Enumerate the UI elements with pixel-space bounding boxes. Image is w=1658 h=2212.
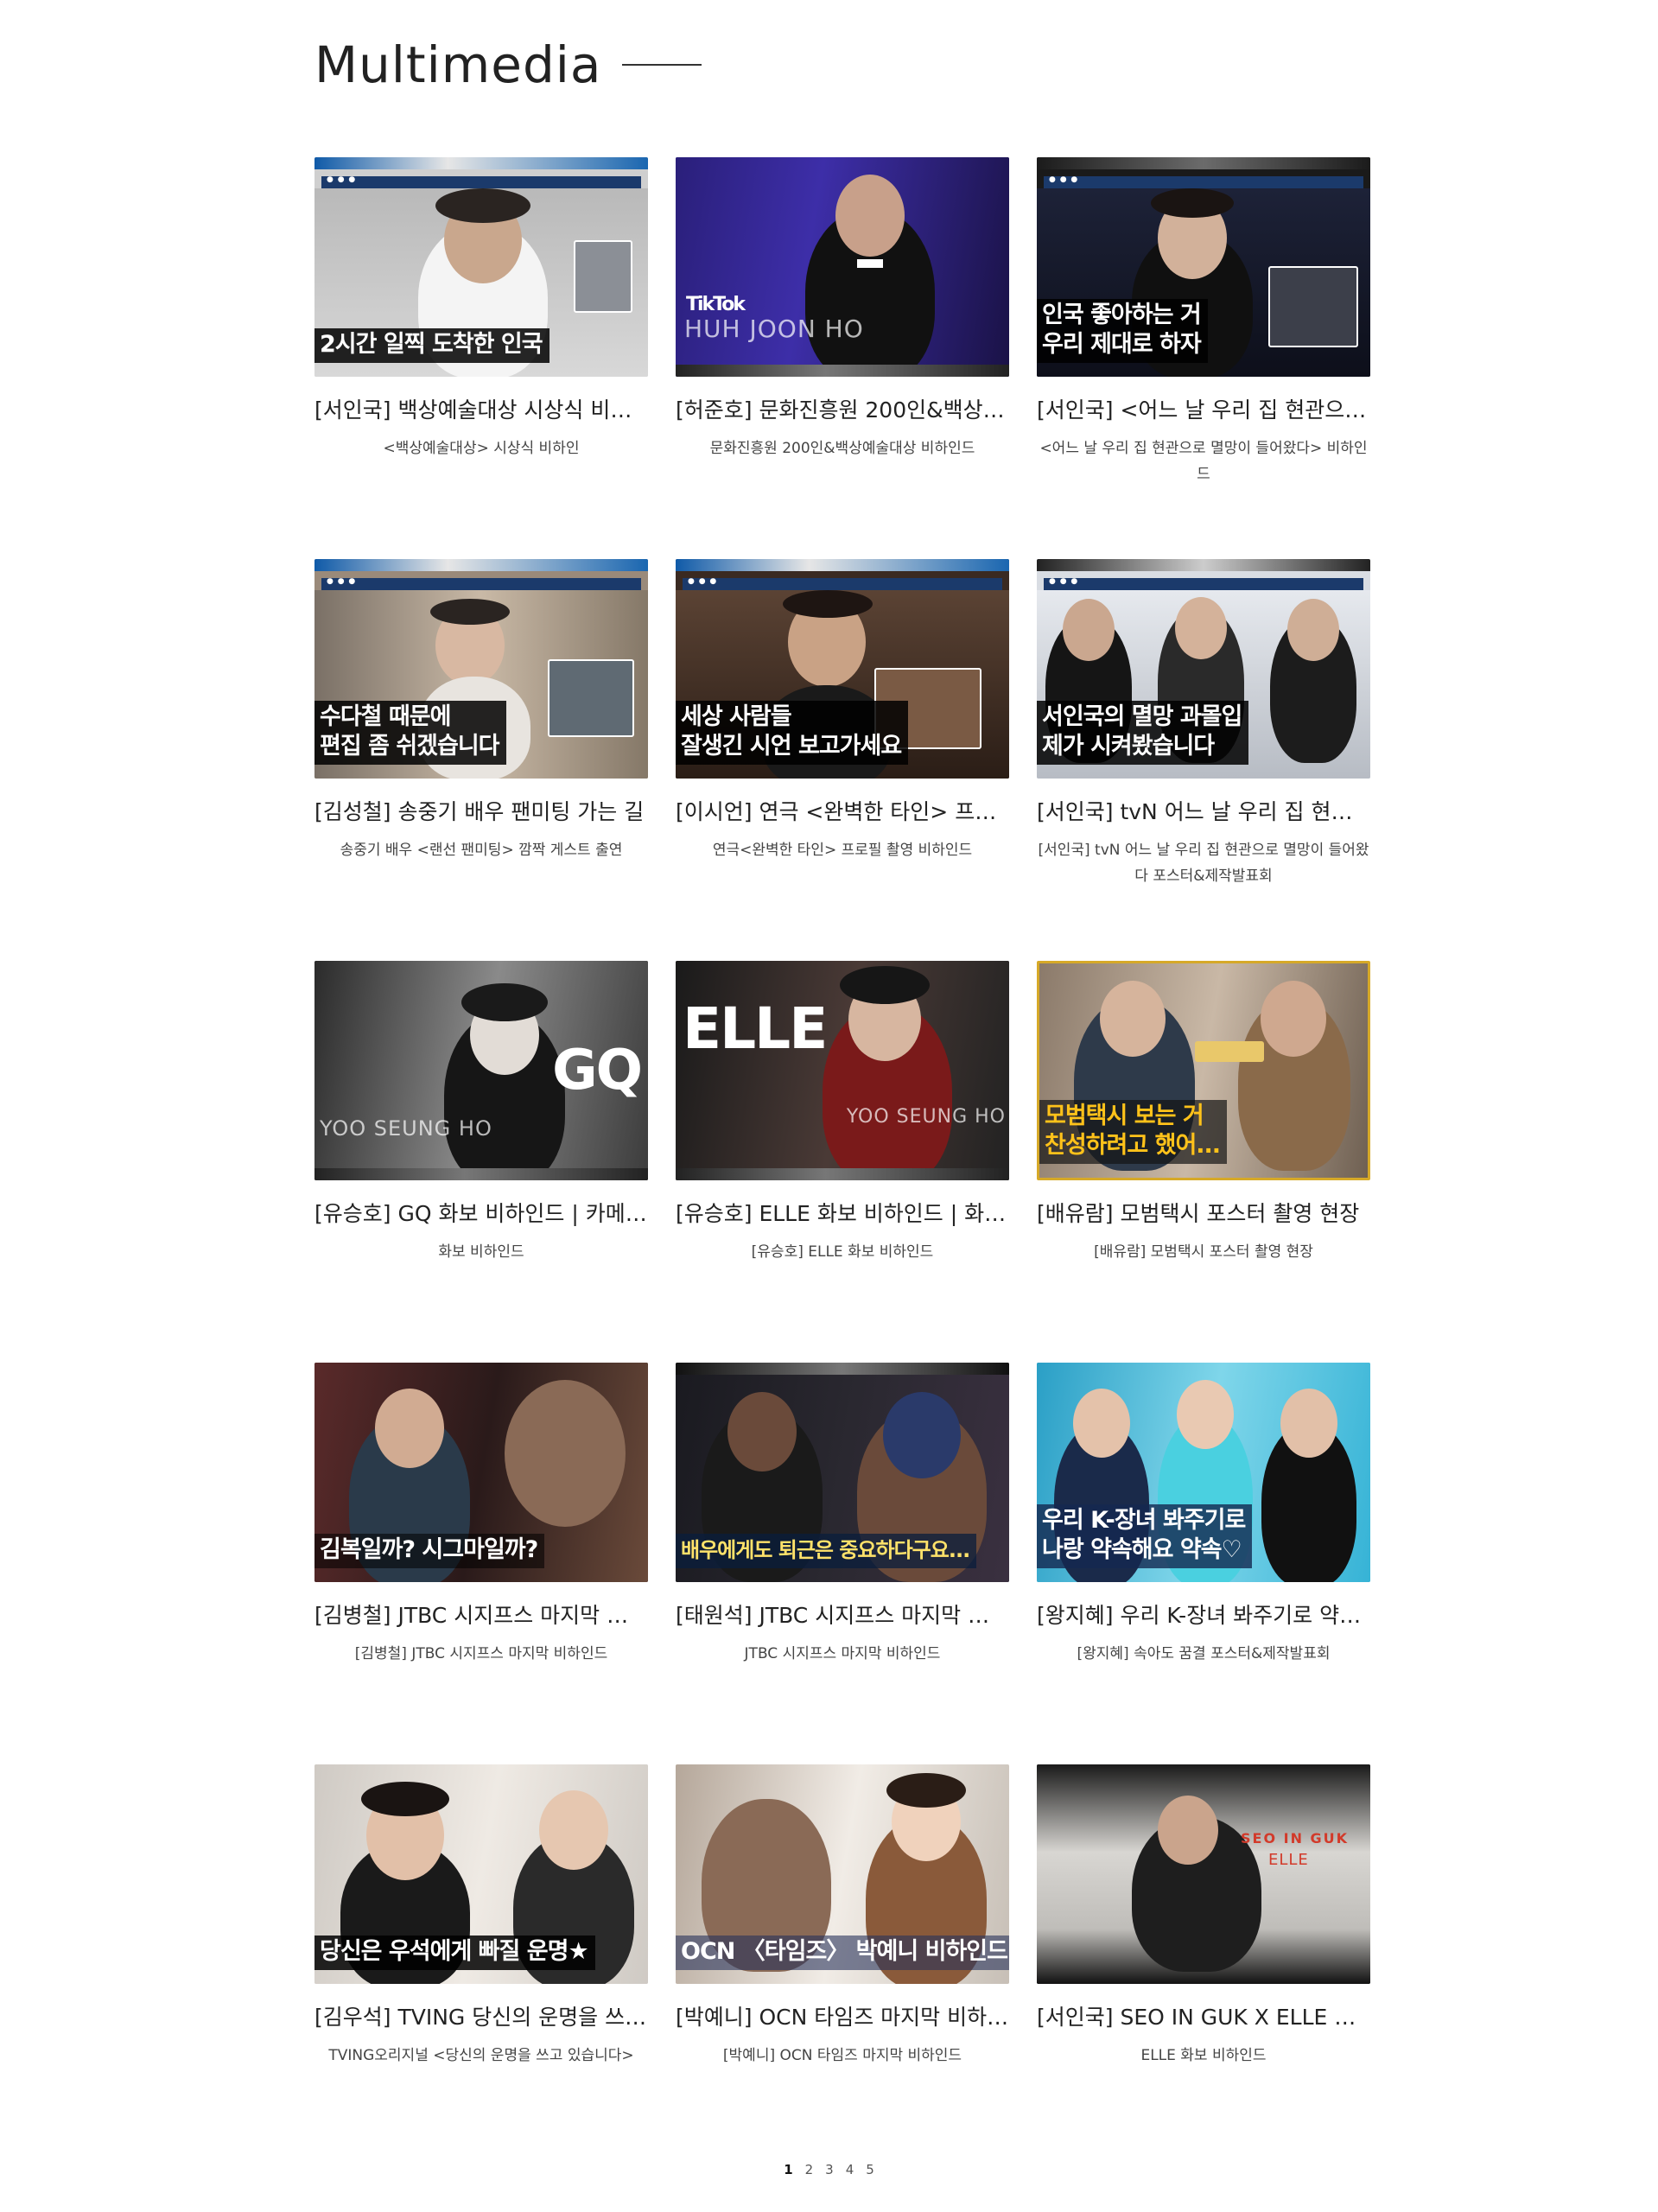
video-subtitle: <어느 날 우리 집 현관으로 멸망이 들어왔다> 비하인드 <box>1039 440 1368 483</box>
video-subtitle: [김병철] JTBC 시지프스 마지막 비하인드 <box>354 1645 608 1662</box>
thumbnail-caption: 서인국의 멸망 과몰입 제가 시켜봤습니다 <box>1037 701 1249 765</box>
video-title[interactable]: [왕지혜] 우리 K-장녀 봐주기로 약속해요 <box>1037 1601 1370 1630</box>
video-title[interactable]: [김우석] TVING 당신의 운명을 쓰고 있습니다 <box>314 2003 648 2032</box>
video-thumbnail[interactable]: ELLE YOO SEUNG HO <box>676 961 1009 1180</box>
video-thumbnail[interactable]: 우리 K-장녀 봐주기로 나랑 약속해요 약속♡ <box>1037 1363 1370 1582</box>
thumbnail-caption: 배우에게도 퇴근은 중요하다구요... <box>676 1534 977 1568</box>
video-subtitle: <백상예술대상> 시상식 비하인 <box>383 440 580 457</box>
video-thumbnail[interactable]: 수다철 때문에 편집 좀 쉬겠습니다 <box>314 559 648 779</box>
video-card[interactable]: TikTok HUH JOON HO [허준호] 문화진흥원 200인&백상예술… <box>676 157 1009 559</box>
thumbnail-caption: 세상 사람들 잘생긴 시언 보고가세요 <box>676 701 909 765</box>
video-grid: 2시간 일찍 도착한 인국 [서인국] 백상예술대상 시상식 비하인드 <백상예… <box>314 157 1370 2166</box>
thumbnail-brand: SEO IN GUK <box>1241 1830 1350 1847</box>
thumbnail-caption: 당신은 우석에게 빠질 운명★ <box>314 1936 595 1970</box>
video-thumbnail[interactable]: 배우에게도 퇴근은 중요하다구요... <box>676 1363 1009 1582</box>
thumbnail-brand-sub: ELLE <box>1268 1851 1309 1869</box>
video-thumbnail[interactable]: 당신은 우석에게 빠질 운명★ <box>314 1764 648 1984</box>
video-card[interactable]: 우리 K-장녀 봐주기로 나랑 약속해요 약속♡ [왕지혜] 우리 K-장녀 봐… <box>1037 1363 1370 1764</box>
video-card[interactable]: 서인국의 멸망 과몰입 제가 시켜봤습니다 [서인국] tvN 어느 날 우리 … <box>1037 559 1370 961</box>
video-title[interactable]: [서인국] 백상예술대상 시상식 비하인드 <box>314 396 648 425</box>
video-thumbnail[interactable]: 김복일까? 시그마일까? <box>314 1363 648 1582</box>
video-thumbnail[interactable]: SEO IN GUK ELLE <box>1037 1764 1370 1984</box>
video-card[interactable]: 배우에게도 퇴근은 중요하다구요... [태원석] JTBC 시지프스 마지막 … <box>676 1363 1009 1764</box>
thumbnail-caption: 모범택시 보는 거 찬성하려고 했어... <box>1039 1100 1228 1164</box>
video-card[interactable]: 2시간 일찍 도착한 인국 [서인국] 백상예술대상 시상식 비하인드 <백상예… <box>314 157 648 559</box>
page-link-4[interactable]: 4 <box>846 2162 854 2177</box>
video-thumbnail[interactable]: 서인국의 멸망 과몰입 제가 시켜봤습니다 <box>1037 559 1370 779</box>
video-subtitle: TVING오리지널 <당신의 운명을 쓰고 있습니다> <box>328 2047 634 2064</box>
video-subtitle: [박예니] OCN 타임즈 마지막 비하인드 <box>722 2047 962 2064</box>
video-thumbnail[interactable]: 모범택시 보는 거 찬성하려고 했어... <box>1037 961 1370 1180</box>
video-card[interactable]: 수다철 때문에 편집 좀 쉬겠습니다 [김성철] 송중기 배우 팬미팅 가는 길… <box>314 559 648 961</box>
video-card[interactable]: OCN 〈타임즈〉 박예니 비하인드 [박예니] OCN 타임즈 마지막 비하인… <box>676 1764 1009 2166</box>
video-title[interactable]: [이시언] 연극 <완벽한 타인> 프로필 촬영 비하인드 <box>676 798 1009 827</box>
heading-divider <box>622 64 702 66</box>
page-title: Multimedia <box>314 35 602 94</box>
thumbnail-caption: 수다철 때문에 편집 좀 쉬겠습니다 <box>314 701 506 765</box>
video-subtitle: 화보 비하인드 <box>438 1243 524 1261</box>
video-title[interactable]: [서인국] SEO IN GUK X ELLE 화보 비하인드 <box>1037 2003 1370 2032</box>
video-title[interactable]: [허준호] 문화진흥원 200인&백상예술대상 비하인드 <box>676 396 1009 425</box>
thumbnail-caption: 인국 좋아하는 거 우리 제대로 하자 <box>1037 299 1208 363</box>
video-subtitle: [배유람] 모범택시 포스터 촬영 현장 <box>1094 1243 1313 1261</box>
video-title[interactable]: [서인국] <어느 날 우리 집 현관으로 멸망이 들어왔다> 비하인드 <box>1037 396 1370 425</box>
video-title[interactable]: [유승호] ELLE 화보 비하인드 | 화보 촬영 <box>676 1199 1009 1229</box>
video-subtitle: [유승호] ELLE 화보 비하인드 <box>751 1243 934 1261</box>
thumbnail-caption: OCN 〈타임즈〉 박예니 비하인드 <box>676 1936 1009 1970</box>
pagination: 1 2 3 4 5 <box>0 2162 1658 2177</box>
video-title[interactable]: [배유람] 모범택시 포스터 촬영 현장 <box>1037 1199 1370 1229</box>
video-title[interactable]: [박예니] OCN 타임즈 마지막 비하인드 <box>676 2003 1009 2032</box>
video-title[interactable]: [서인국] tvN 어느 날 우리 집 현관으로 멸망이 들어왔다 <box>1037 798 1370 827</box>
video-subtitle: [왕지혜] 속아도 꿈결 포스터&제작발표회 <box>1077 1645 1331 1662</box>
video-title[interactable]: [김성철] 송중기 배우 팬미팅 가는 길 <box>314 798 648 827</box>
thumbnail-brand: GQ <box>552 1039 643 1103</box>
thumbnail-brand-sub: HUH JOON HO <box>684 315 864 343</box>
video-title[interactable]: [유승호] GQ 화보 비하인드 | 카메라 뒤 <box>314 1199 648 1229</box>
video-card[interactable]: GQ YOO SEUNG HO [유승호] GQ 화보 비하인드 | 카메라 뒤… <box>314 961 648 1363</box>
video-card[interactable]: 인국 좋아하는 거 우리 제대로 하자 [서인국] <어느 날 우리 집 현관으… <box>1037 157 1370 559</box>
video-thumbnail[interactable]: GQ YOO SEUNG HO <box>314 961 648 1180</box>
video-card[interactable]: ELLE YOO SEUNG HO [유승호] ELLE 화보 비하인드 | 화… <box>676 961 1009 1363</box>
video-thumbnail[interactable]: 2시간 일찍 도착한 인국 <box>314 157 648 377</box>
video-thumbnail[interactable]: 세상 사람들 잘생긴 시언 보고가세요 <box>676 559 1009 779</box>
video-subtitle: 송중기 배우 <랜선 팬미팅> 깜짝 게스트 출연 <box>340 842 623 859</box>
page-link-2[interactable]: 2 <box>805 2162 814 2177</box>
thumbnail-brand: ELLE <box>683 995 828 1062</box>
video-thumbnail[interactable]: TikTok HUH JOON HO <box>676 157 1009 377</box>
thumbnail-caption: 김복일까? 시그마일까? <box>314 1534 545 1568</box>
video-subtitle: 연극<완벽한 타인> 프로필 촬영 비하인드 <box>712 842 973 859</box>
thumbnail-brand-sub: YOO SEUNG HO <box>846 1106 1006 1128</box>
video-card[interactable]: 모범택시 보는 거 찬성하려고 했어... [배유람] 모범택시 포스터 촬영 … <box>1037 961 1370 1363</box>
thumbnail-brand: TikTok <box>686 294 746 315</box>
video-subtitle: ELLE 화보 비하인드 <box>1140 2047 1267 2064</box>
video-subtitle: JTBC 시지프스 마지막 비하인드 <box>744 1645 941 1662</box>
video-title[interactable]: [김병철] JTBC 시지프스 마지막 비하인드 <box>314 1601 648 1630</box>
page-link-5[interactable]: 5 <box>866 2162 874 2177</box>
page-link-1[interactable]: 1 <box>784 2162 792 2177</box>
multimedia-section: Multimedia 2시간 일찍 도착한 인국 [서인국] 백상예술대상 시상… <box>314 35 1370 2064</box>
page-link-3[interactable]: 3 <box>825 2162 834 2177</box>
thumbnail-brand-sub: YOO SEUNG HO <box>320 1116 492 1141</box>
thumbnail-caption: 우리 K-장녀 봐주기로 나랑 약속해요 약속♡ <box>1037 1504 1253 1568</box>
video-thumbnail[interactable]: 인국 좋아하는 거 우리 제대로 하자 <box>1037 157 1370 377</box>
video-title[interactable]: [태원석] JTBC 시지프스 마지막 비하인드 <box>676 1601 1009 1630</box>
video-card[interactable]: 세상 사람들 잘생긴 시언 보고가세요 [이시언] 연극 <완벽한 타인> 프로… <box>676 559 1009 961</box>
section-heading: Multimedia <box>314 35 1370 95</box>
video-card[interactable]: 김복일까? 시그마일까? [김병철] JTBC 시지프스 마지막 비하인드 [김… <box>314 1363 648 1764</box>
video-subtitle: [서인국] tvN 어느 날 우리 집 현관으로 멸망이 들어왔다 포스터&제작… <box>1038 842 1369 885</box>
thumbnail-caption: 2시간 일찍 도착한 인국 <box>314 328 549 363</box>
video-card[interactable]: SEO IN GUK ELLE [서인국] SEO IN GUK X ELLE … <box>1037 1764 1370 2166</box>
video-subtitle: 문화진흥원 200인&백상예술대상 비하인드 <box>709 440 975 457</box>
video-card[interactable]: 당신은 우석에게 빠질 운명★ [김우석] TVING 당신의 운명을 쓰고 있… <box>314 1764 648 2166</box>
video-thumbnail[interactable]: OCN 〈타임즈〉 박예니 비하인드 <box>676 1764 1009 1984</box>
